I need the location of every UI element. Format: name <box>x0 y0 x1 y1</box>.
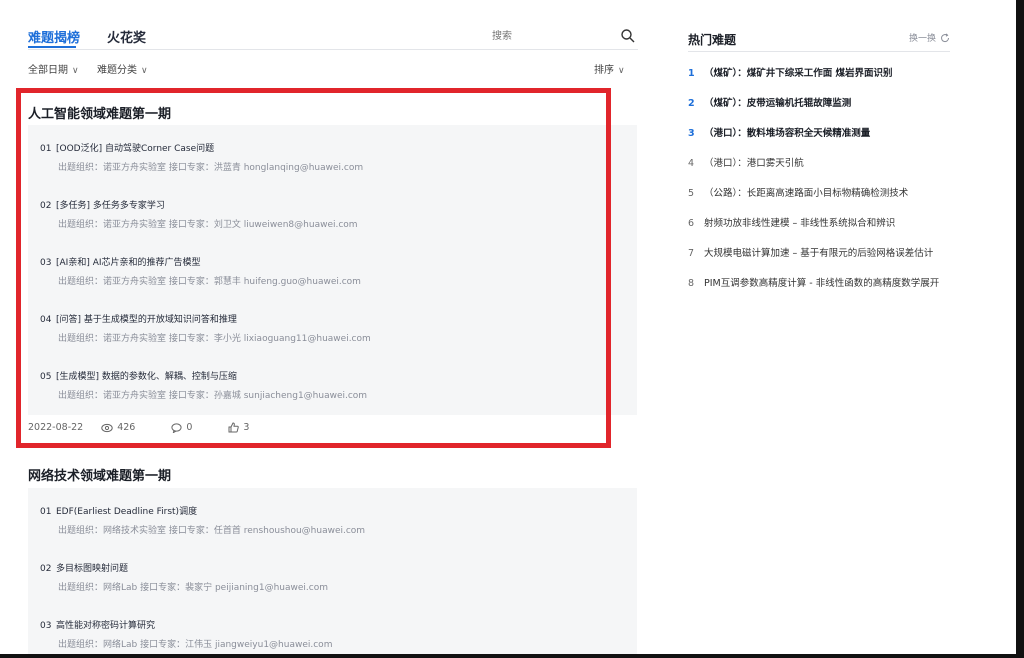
item-number: 03 <box>40 258 52 268</box>
refresh-label: 换一换 <box>908 34 936 44</box>
hot-item-text: 射频功放非线性建模 – 非线性系统拟合和辨识 <box>704 218 896 229</box>
item-organizer: 出题组织：网络Lab 接口专家：江伟玉 jiangweiyu1@huawei.c… <box>58 640 333 650</box>
hot-item-text: （公路）：长距离高速路面小目标物精确检测技术 <box>704 188 909 199</box>
hot-rank: 5 <box>688 188 695 199</box>
hot-rank: 4 <box>688 158 695 169</box>
post-meta: 2022-08-22 426 0 3 <box>28 422 285 433</box>
hot-item-text: （煤矿）：煤矿井下综采工作面 煤岩界面识别 <box>704 68 893 79</box>
item-organizer: 出题组织：网络技术实验室 接口专家：任首首 renshoushou@huawei… <box>58 526 366 536</box>
hot-item-text: （港口）：港口雾天引航 <box>704 158 804 169</box>
screen-border <box>1016 0 1024 658</box>
screen-border <box>0 654 1024 658</box>
hot-item[interactable]: 8 PIM互调参数高精度计算 - 非线性函数的高精度数学展开 <box>688 276 950 292</box>
hot-item-text: 大规模电磁计算加速 – 基于有限元的后验网格误差估计 <box>704 248 934 259</box>
hot-rank: 8 <box>688 278 695 289</box>
date-filter-label: 全部日期 <box>28 65 68 76</box>
challenge-list: 01 [OOD泛化] 自动驾驶Corner Case问题 出题组织：诺亚方舟实验室… <box>28 125 637 415</box>
hot-item-text: PIM互调参数高精度计算 - 非线性函数的高精度数学展开 <box>704 278 940 289</box>
list-item[interactable]: 01 [OOD泛化] 自动驾驶Corner Case问题 出题组织：诺亚方舟实验室… <box>28 137 637 194</box>
section-title[interactable]: 人工智能领域难题第一期 <box>28 103 171 122</box>
item-title: [问答] 基于生成模型的开放域知识问答和推理 <box>56 315 237 325</box>
item-title: [生成模型] 数据的参数化、解耦、控制与压缩 <box>56 372 237 382</box>
item-organizer: 出题组织：诺亚方舟实验室 接口专家：洪蓝青 honglanqing@huawei… <box>58 163 364 173</box>
sort-filter[interactable]: 排序 ∨ <box>594 61 625 76</box>
item-organizer: 出题组织：诺亚方舟实验室 接口专家：孙嘉城 sunjiacheng1@huawe… <box>58 391 368 401</box>
view-count-value: 426 <box>117 422 136 433</box>
like-button[interactable]: 3 <box>228 422 267 433</box>
tab-bar: 难题揭榜 火花奖 <box>28 0 638 50</box>
comment-count[interactable]: 0 <box>171 422 210 433</box>
item-number: 02 <box>40 564 52 574</box>
item-number: 05 <box>40 372 52 382</box>
section-title[interactable]: 网络技术领域难题第一期 <box>28 465 171 484</box>
hot-list: 1 （煤矿）：煤矿井下综采工作面 煤岩界面识别 2 （煤矿）：皮带运输机托辊故障监测… <box>688 66 950 306</box>
hot-rank: 1 <box>688 68 695 79</box>
hot-rank: 7 <box>688 248 695 259</box>
hot-item[interactable]: 7 大规模电磁计算加速 – 基于有限元的后验网格误差估计 <box>688 246 950 262</box>
item-number: 01 <box>40 507 52 517</box>
refresh-button[interactable]: 换一换 <box>909 31 950 44</box>
list-item[interactable]: 03 高性能对称密码计算研究 出题组织：网络Lab 接口专家：江伟玉 jiangw… <box>28 614 637 658</box>
hot-item[interactable]: 5 （公路）：长距离高速路面小目标物精确检测技术 <box>688 186 950 202</box>
item-title: [多任务] 多任务多专家学习 <box>56 201 165 211</box>
hot-item[interactable]: 1 （煤矿）：煤矿井下综采工作面 煤岩界面识别 <box>688 66 950 82</box>
hot-title: 热门难题 <box>688 33 737 47</box>
post-date: 2022-08-22 <box>28 422 84 433</box>
hot-rank: 3 <box>688 128 695 139</box>
item-title: [OOD泛化] 自动驾驶Corner Case问题 <box>56 144 215 154</box>
list-item[interactable]: 01 EDF(Earliest Deadline First)调度 出题组织：网络… <box>28 500 637 557</box>
item-title: 高性能对称密码计算研究 <box>56 621 156 631</box>
list-item[interactable]: 03 [AI亲和] AI芯片亲和的推荐广告模型 出题组织：诺亚方舟实验室 接口专家… <box>28 251 637 308</box>
chevron-down-icon: ∨ <box>618 66 625 76</box>
item-organizer: 出题组织：网络Lab 接口专家：裴家宁 peijianing1@huawei.c… <box>58 583 328 593</box>
item-title: [AI亲和] AI芯片亲和的推荐广告模型 <box>56 258 201 268</box>
hot-rank: 6 <box>688 218 695 229</box>
hot-item[interactable]: 3 （港口）：散料堆场容积全天候精准测量 <box>688 126 950 142</box>
refresh-icon <box>941 32 950 42</box>
item-organizer: 出题组织：诺亚方舟实验室 接口专家：郭慧丰 huifeng.guo@huawei… <box>58 277 361 287</box>
item-number: 03 <box>40 621 52 631</box>
divider <box>688 51 950 52</box>
search-icon[interactable] <box>620 28 636 44</box>
hot-item[interactable]: 6 射频功放非线性建模 – 非线性系统拟合和辨识 <box>688 216 950 232</box>
item-title: EDF(Earliest Deadline First)调度 <box>56 507 198 517</box>
item-organizer: 出题组织：诺亚方舟实验室 接口专家：刘卫文 liuweiwen8@huawei.… <box>58 220 358 230</box>
item-number: 02 <box>40 201 52 211</box>
sort-filter-label: 排序 <box>594 65 614 76</box>
tab-challenge-list[interactable]: 难题揭榜 <box>28 27 80 46</box>
hot-item[interactable]: 2 （煤矿）：皮带运输机托辊故障监测 <box>688 96 950 112</box>
comment-count-value: 0 <box>186 422 193 433</box>
comment-icon <box>171 422 182 433</box>
main-panel: 难题揭榜 火花奖 全部日期 ∨ 难题分类 ∨ 排序 ∨ <box>28 0 638 84</box>
chevron-down-icon: ∨ <box>141 66 148 76</box>
filter-bar: 全部日期 ∨ 难题分类 ∨ 排序 ∨ <box>28 50 638 84</box>
chevron-down-icon: ∨ <box>72 66 79 76</box>
list-item[interactable]: 04 [问答] 基于生成模型的开放域知识问答和推理 出题组织：诺亚方舟实验室 接口… <box>28 308 637 365</box>
search-input[interactable] <box>492 27 638 45</box>
list-item[interactable]: 02 [多任务] 多任务多专家学习 出题组织：诺亚方舟实验室 接口专家：刘卫文 l… <box>28 194 637 251</box>
category-filter[interactable]: 难题分类 ∨ <box>97 61 148 76</box>
like-count-value: 3 <box>243 422 250 433</box>
list-item[interactable]: 02 多目标图映射问题 出题组织：网络Lab 接口专家：裴家宁 peijianin… <box>28 557 637 614</box>
hot-item[interactable]: 4 （港口）：港口雾天引航 <box>688 156 950 172</box>
category-filter-label: 难题分类 <box>97 65 137 76</box>
hot-item-text: （煤矿）：皮带运输机托辊故障监测 <box>704 98 852 109</box>
tab-spark-award[interactable]: 火花奖 <box>107 27 146 46</box>
item-number: 01 <box>40 144 52 154</box>
eye-icon <box>101 423 113 432</box>
hot-header: 热门难题 换一换 <box>688 29 950 51</box>
hot-rank: 2 <box>688 98 695 109</box>
thumbs-up-icon <box>228 422 240 433</box>
hot-item-text: （港口）：散料堆场容积全天候精准测量 <box>704 128 871 139</box>
item-number: 04 <box>40 315 52 325</box>
challenge-list: 01 EDF(Earliest Deadline First)调度 出题组织：网络… <box>28 488 637 654</box>
active-tab-indicator <box>28 46 76 48</box>
item-organizer: 出题组织：诺亚方舟实验室 接口专家：李小光 lixiaoguang11@huaw… <box>58 334 371 344</box>
list-item[interactable]: 05 [生成模型] 数据的参数化、解耦、控制与压缩 出题组织：诺亚方舟实验室 接口… <box>28 365 637 422</box>
date-filter[interactable]: 全部日期 ∨ <box>28 61 79 76</box>
item-title: 多目标图映射问题 <box>56 564 129 574</box>
view-count: 426 <box>101 422 153 433</box>
